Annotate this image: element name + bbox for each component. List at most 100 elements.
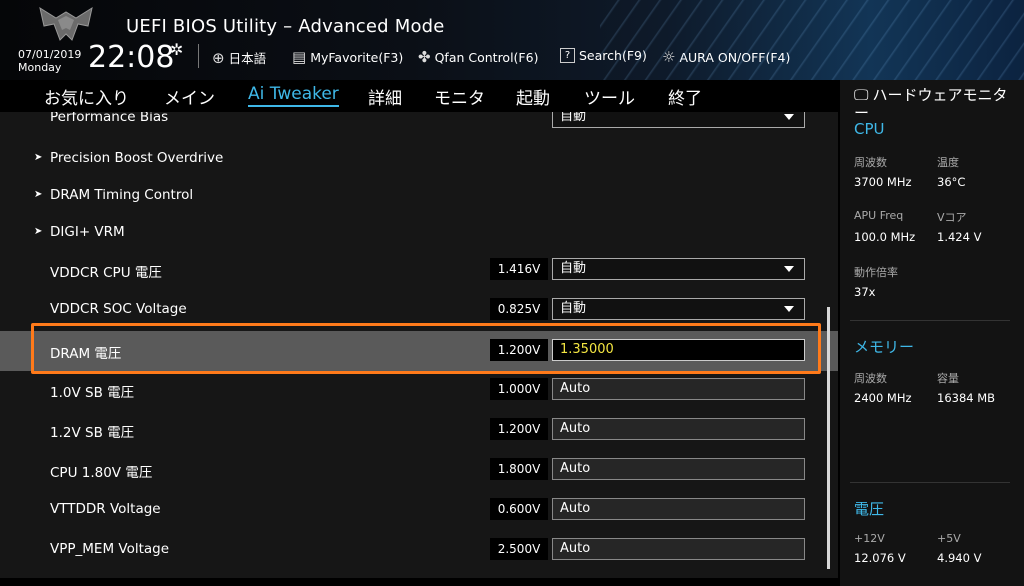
select-value: 自動 [560,301,587,316]
search-button[interactable]: ? Search(F9) [560,48,647,63]
memory-heading: メモリー [854,338,915,356]
tab-exit[interactable]: 終了 [668,84,702,109]
v5-label: +5V [937,532,961,545]
clock-time: 22:08 [88,40,175,75]
dram-voltage-input[interactable]: 1.35000 [552,339,805,361]
current-voltage: 0.825V [490,298,548,320]
submenu-label: Precision Boost Overdrive [50,150,224,166]
tab-ai-tweaker[interactable]: Ai Tweaker [248,84,339,107]
monitor-title-text: ハードウェアモニター [854,86,1008,122]
setting-row-vddcr-soc[interactable]: VDDCR SOC Voltage 0.825V 自動 [0,290,820,330]
date-display: 07/01/2019 Monday [18,48,81,74]
setting-row-performance-bias[interactable]: Performance Bias 自動 [0,112,820,138]
setting-row-dram-voltage[interactable]: DRAM 電圧 1.200V 1.35000 [0,331,838,371]
aura-button[interactable]: ☼ AURA ON/OFF(F4) [662,48,790,66]
fan-icon: ✤ [418,48,431,66]
globe-icon: ⊕ [212,48,225,67]
chevron-right-icon: ➤ [34,226,43,237]
qfan-label: Qfan Control(F6) [434,49,539,65]
current-voltage: 1.800V [490,458,548,480]
vpp-mem-input[interactable]: Auto [552,538,805,560]
submenu-precision-boost-overdrive[interactable]: ➤ Precision Boost Overdrive [0,139,820,179]
tab-favorites[interactable]: お気に入り [44,84,129,109]
memory-cap-label: 容量 [937,372,959,385]
chevron-down-icon [784,266,794,272]
submenu-dram-timing-control[interactable]: ➤ DRAM Timing Control [0,176,820,216]
language-button[interactable]: ⊕ 日本語 [212,48,266,67]
myfavorite-label: MyFavorite(F3) [310,49,404,65]
setting-label: DRAM 電圧 [50,346,122,362]
header-bar: UEFI BIOS Utility – Advanced Mode 07/01/… [0,0,1024,80]
tab-main[interactable]: メイン [164,84,215,109]
gear-icon[interactable]: ✲ [170,40,183,59]
ratio-value: 37x [854,285,876,299]
divider [850,320,1010,321]
ratio-label: 動作倍率 [854,266,898,279]
monitor-icon: 🖵 [854,86,869,104]
myfavorite-button[interactable]: ▤ MyFavorite(F3) [292,48,403,66]
language-label: 日本語 [228,51,267,66]
setting-row-vpp-mem[interactable]: VPP_MEM Voltage 2.500V Auto [0,530,820,570]
cpu-1v80-input[interactable]: Auto [552,458,805,480]
hardware-monitor-panel: 🖵 ハードウェアモニター CPU 周波数 温度 3700 MHz 36°C APU… [838,80,1024,586]
tab-tool[interactable]: ツール [584,84,635,109]
submenu-label: DRAM Timing Control [50,187,194,203]
aura-label: AURA ON/OFF(F4) [679,49,791,65]
tab-monitor[interactable]: モニタ [434,84,485,109]
select-value: 自動 [560,261,587,276]
setting-row-vddcr-cpu[interactable]: VDDCR CPU 電圧 1.416V 自動 [0,250,820,290]
vddcr-cpu-select[interactable]: 自動 [552,258,805,280]
vddcr-soc-select[interactable]: 自動 [552,298,805,320]
setting-row-vttddr[interactable]: VTTDDR Voltage 0.600V Auto [0,490,820,530]
divider [198,44,199,68]
setting-label: VDDCR CPU 電圧 [50,265,162,281]
search-label: Search(F9) [579,48,647,63]
chevron-right-icon: ➤ [34,152,43,163]
setting-label: VDDCR SOC Voltage [50,301,187,317]
select-value: 自動 [560,112,587,124]
chevron-down-icon [784,306,794,312]
favorite-list-icon: ▤ [292,48,307,66]
setting-label: 1.2V SB 電圧 [50,425,135,441]
submenu-digi-vrm[interactable]: ➤ DIGI+ VRM [0,213,820,253]
1v0-sb-input[interactable]: Auto [552,378,805,400]
current-voltage: 0.600V [490,498,548,520]
help-search-icon: ? [560,48,575,63]
1v2-sb-input[interactable]: Auto [552,418,805,440]
vttddr-input[interactable]: Auto [552,498,805,520]
setting-row-1v2-sb[interactable]: 1.2V SB 電圧 1.200V Auto [0,410,820,450]
qfan-button[interactable]: ✤ Qfan Control(F6) [418,48,538,66]
v5-value: 4.940 V [937,551,982,565]
current-voltage: 2.500V [490,538,548,560]
setting-row-1v0-sb[interactable]: 1.0V SB 電圧 1.000V Auto [0,370,820,410]
memory-cap-value: 16384 MB [937,391,996,405]
memory-freq-value: 2400 MHz [854,391,912,405]
tab-boot[interactable]: 起動 [516,84,550,109]
memory-freq-label: 周波数 [854,372,887,385]
settings-panel: Performance Bias 自動 ➤ Precision Boost Ov… [0,112,838,578]
current-voltage: 1.200V [490,339,548,361]
scrollbar[interactable] [827,307,830,569]
tab-advanced[interactable]: 詳細 [368,84,402,109]
voltage-heading: 電圧 [854,500,885,518]
app-title: UEFI BIOS Utility – Advanced Mode [126,16,445,37]
setting-label: Performance Bias [50,112,169,125]
date-text: 07/01/2019 [18,48,82,61]
weekday-text: Monday [18,61,62,74]
setting-row-cpu-1v80[interactable]: CPU 1.80V 電圧 1.800V Auto [0,450,820,490]
monitor-title: 🖵 ハードウェアモニター [854,86,1018,122]
divider [850,482,1010,483]
tuf-logo-icon [39,6,93,41]
vcore-label: Vコア [937,211,967,224]
performance-bias-select[interactable]: 自動 [552,112,805,128]
apu-freq-label: APU Freq [854,209,904,222]
cpu-freq-value: 3700 MHz [854,175,912,189]
submenu-label: DIGI+ VRM [50,224,125,240]
bottom-bar [0,578,838,586]
vcore-value: 1.424 V [937,230,982,244]
current-voltage: 1.000V [490,378,548,400]
menu-tabs: お気に入り メイン Ai Tweaker 詳細 モニタ 起動 ツール 終了 [0,80,838,112]
setting-label: CPU 1.80V 電圧 [50,465,153,481]
apu-freq-value: 100.0 MHz [854,230,916,244]
v12-value: 12.076 V [854,551,906,565]
